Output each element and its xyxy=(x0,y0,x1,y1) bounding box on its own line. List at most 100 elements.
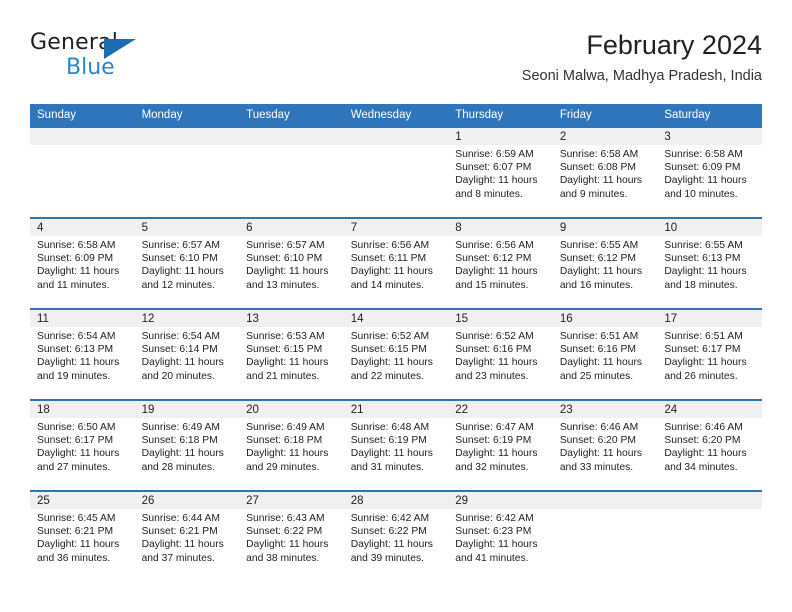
sunrise-time: Sunrise: 6:51 AM xyxy=(664,331,743,342)
day-cell-inner[interactable]: 15 Sunrise: 6:52 AM Sunset: 6:16 PM Dayligh… xyxy=(448,310,553,399)
day-cell-inner[interactable]: 20 Sunrise: 6:49 AM Sunset: 6:18 PM Dayligh… xyxy=(239,401,344,490)
calendar-day-cell: 5 Sunrise: 6:57 AM Sunset: 6:10 PM Daylight… xyxy=(134,217,240,309)
calendar-day-cell: 24 Sunrise: 6:46 AM Sunset: 6:20 PM Dayligh… xyxy=(657,399,762,491)
day-cell-inner[interactable]: 26 Sunrise: 6:44 AM Sunset: 6:21 PM Dayligh… xyxy=(134,492,240,581)
sunset-time: Sunset: 6:20 PM xyxy=(559,435,636,447)
daylight-duration-line2: and 16 minutes. xyxy=(559,279,634,291)
day-number: 20 xyxy=(239,401,344,418)
day-cell-inner[interactable]: 11 Sunrise: 6:54 AM Sunset: 6:13 PM Dayligh… xyxy=(30,310,135,399)
day-cell-inner xyxy=(343,128,449,217)
day-details: Sunrise: 6:45 AM Sunset: 6:21 PM Daylight:… xyxy=(30,509,135,565)
day-cell-inner[interactable]: 13 Sunrise: 6:53 AM Sunset: 6:15 PM Dayligh… xyxy=(239,310,344,399)
day-cell-inner[interactable]: 9 Sunrise: 6:55 AM Sunset: 6:12 PM Daylight… xyxy=(552,219,658,308)
day-details: Sunrise: 6:55 AM Sunset: 6:12 PM Daylight:… xyxy=(553,236,658,292)
daylight-duration-line2: and 32 minutes. xyxy=(455,461,529,473)
general-blue-logo[interactable]: General Blue xyxy=(30,30,150,86)
day-details: Sunrise: 6:47 AM Sunset: 6:19 PM Daylight:… xyxy=(448,418,553,474)
day-cell-inner[interactable]: 23 Sunrise: 6:46 AM Sunset: 6:20 PM Dayligh… xyxy=(552,401,658,490)
day-cell-inner[interactable]: 2 Sunrise: 6:58 AM Sunset: 6:08 PM Daylight… xyxy=(552,128,658,217)
day-details: Sunrise: 6:42 AM Sunset: 6:22 PM Daylight:… xyxy=(344,509,449,565)
day-cell-inner[interactable]: 10 Sunrise: 6:55 AM Sunset: 6:13 PM Dayligh… xyxy=(657,219,762,308)
sunrise-time: Sunrise: 6:59 AM xyxy=(455,149,534,160)
calendar-day-cell: 28 Sunrise: 6:42 AM Sunset: 6:22 PM Dayligh… xyxy=(343,490,449,581)
day-cell-inner[interactable]: 12 Sunrise: 6:54 AM Sunset: 6:14 PM Dayligh… xyxy=(134,310,240,399)
day-cell-inner[interactable]: 19 Sunrise: 6:49 AM Sunset: 6:18 PM Dayligh… xyxy=(134,401,240,490)
daylight-duration-line2: and 28 minutes. xyxy=(141,461,215,473)
day-number: 22 xyxy=(448,401,553,418)
calendar-day-cell: 10 Sunrise: 6:55 AM Sunset: 6:13 PM Dayligh… xyxy=(657,217,762,309)
weekday-header-friday: Friday xyxy=(552,104,658,127)
sunset-time: Sunset: 6:21 PM xyxy=(37,526,114,538)
daylight-duration-line1: Daylight: 11 hours xyxy=(37,266,120,278)
calendar-day-cell: 27 Sunrise: 6:43 AM Sunset: 6:22 PM Dayligh… xyxy=(239,490,344,581)
sunset-time: Sunset: 6:19 PM xyxy=(350,435,427,447)
day-cell-inner[interactable]: 7 Sunrise: 6:56 AM Sunset: 6:11 PM Daylight… xyxy=(343,219,449,308)
day-cell-inner[interactable]: 17 Sunrise: 6:51 AM Sunset: 6:17 PM Dayligh… xyxy=(657,310,762,399)
sunset-time: Sunset: 6:13 PM xyxy=(37,344,114,356)
sunset-time: Sunset: 6:12 PM xyxy=(559,253,636,265)
day-number: 10 xyxy=(657,219,762,236)
daylight-duration-line2: and 26 minutes. xyxy=(664,370,738,382)
day-number xyxy=(552,492,658,509)
sunset-time: Sunset: 6:10 PM xyxy=(246,253,323,265)
calendar-day-cell: 2 Sunrise: 6:58 AM Sunset: 6:08 PM Daylight… xyxy=(552,126,658,218)
day-number: 27 xyxy=(239,492,344,509)
sunrise-time: Sunrise: 6:55 AM xyxy=(664,240,743,251)
sunrise-time: Sunrise: 6:44 AM xyxy=(141,513,220,524)
daylight-duration-line2: and 39 minutes. xyxy=(350,552,424,564)
daylight-duration-line1: Daylight: 11 hours xyxy=(664,175,747,187)
sunrise-time: Sunrise: 6:52 AM xyxy=(350,331,430,342)
sunset-time: Sunset: 6:14 PM xyxy=(141,344,218,356)
day-cell-inner[interactable]: 14 Sunrise: 6:52 AM Sunset: 6:15 PM Dayligh… xyxy=(343,310,449,399)
calendar-day-cell: 4 Sunrise: 6:58 AM Sunset: 6:09 PM Daylight… xyxy=(30,217,135,309)
sunrise-time: Sunrise: 6:56 AM xyxy=(455,240,534,251)
sunset-time: Sunset: 6:15 PM xyxy=(246,344,323,356)
sunrise-time: Sunrise: 6:42 AM xyxy=(350,513,430,524)
sunrise-time: Sunrise: 6:54 AM xyxy=(37,331,116,342)
day-cell-inner[interactable]: 6 Sunrise: 6:57 AM Sunset: 6:10 PM Daylight… xyxy=(239,219,344,308)
day-number: 6 xyxy=(239,219,344,236)
calendar-week-row: 4 Sunrise: 6:58 AM Sunset: 6:09 PM Daylight… xyxy=(30,217,762,309)
daylight-duration-line2: and 13 minutes. xyxy=(246,279,320,291)
day-cell-inner[interactable]: 8 Sunrise: 6:56 AM Sunset: 6:12 PM Daylight… xyxy=(448,219,553,308)
calendar-cell-empty xyxy=(239,126,344,218)
day-details: Sunrise: 6:58 AM Sunset: 6:08 PM Daylight:… xyxy=(553,145,658,201)
day-number: 28 xyxy=(343,492,449,509)
day-cell-inner[interactable]: 25 Sunrise: 6:45 AM Sunset: 6:21 PM Dayligh… xyxy=(30,492,135,581)
day-details: Sunrise: 6:49 AM Sunset: 6:18 PM Daylight:… xyxy=(135,418,240,474)
daylight-duration-line2: and 23 minutes. xyxy=(455,370,529,382)
day-cell-inner[interactable]: 27 Sunrise: 6:43 AM Sunset: 6:22 PM Dayligh… xyxy=(239,492,344,581)
day-details: Sunrise: 6:50 AM Sunset: 6:17 PM Daylight:… xyxy=(30,418,135,474)
calendar-day-cell: 25 Sunrise: 6:45 AM Sunset: 6:21 PM Dayligh… xyxy=(30,490,135,581)
day-number: 12 xyxy=(134,310,240,327)
day-cell-inner[interactable]: 22 Sunrise: 6:47 AM Sunset: 6:19 PM Dayligh… xyxy=(448,401,553,490)
sunrise-time: Sunrise: 6:57 AM xyxy=(246,240,325,251)
daylight-duration-line1: Daylight: 11 hours xyxy=(141,448,224,460)
calendar-cell-empty xyxy=(552,490,658,581)
sunset-time: Sunset: 6:07 PM xyxy=(455,162,532,174)
day-cell-inner xyxy=(30,128,135,217)
calendar-day-cell: 21 Sunrise: 6:48 AM Sunset: 6:19 PM Dayligh… xyxy=(343,399,449,491)
daylight-duration-line1: Daylight: 11 hours xyxy=(350,539,433,551)
day-details: Sunrise: 6:44 AM Sunset: 6:21 PM Daylight:… xyxy=(135,509,240,565)
day-details: Sunrise: 6:42 AM Sunset: 6:23 PM Daylight:… xyxy=(448,509,553,565)
day-cell-inner[interactable]: 18 Sunrise: 6:50 AM Sunset: 6:17 PM Dayligh… xyxy=(30,401,135,490)
sunset-time: Sunset: 6:16 PM xyxy=(559,344,636,356)
day-cell-inner[interactable]: 24 Sunrise: 6:46 AM Sunset: 6:20 PM Dayligh… xyxy=(657,401,762,490)
day-details: Sunrise: 6:58 AM Sunset: 6:09 PM Daylight:… xyxy=(657,145,762,201)
day-cell-inner[interactable]: 16 Sunrise: 6:51 AM Sunset: 6:16 PM Dayligh… xyxy=(552,310,658,399)
day-number: 5 xyxy=(134,219,240,236)
day-details: Sunrise: 6:53 AM Sunset: 6:15 PM Daylight:… xyxy=(239,327,344,383)
day-cell-inner[interactable]: 5 Sunrise: 6:57 AM Sunset: 6:10 PM Daylight… xyxy=(134,219,240,308)
daylight-duration-line1: Daylight: 11 hours xyxy=(664,266,747,278)
day-cell-inner[interactable]: 3 Sunrise: 6:58 AM Sunset: 6:09 PM Daylight… xyxy=(657,128,762,217)
day-number: 29 xyxy=(448,492,553,509)
day-cell-inner[interactable]: 21 Sunrise: 6:48 AM Sunset: 6:19 PM Dayligh… xyxy=(343,401,449,490)
day-cell-inner[interactable]: 29 Sunrise: 6:42 AM Sunset: 6:23 PM Dayligh… xyxy=(448,492,553,581)
day-cell-inner[interactable]: 28 Sunrise: 6:42 AM Sunset: 6:22 PM Dayligh… xyxy=(343,492,449,581)
daylight-duration-line2: and 22 minutes. xyxy=(350,370,424,382)
day-cell-inner[interactable]: 4 Sunrise: 6:58 AM Sunset: 6:09 PM Daylight… xyxy=(30,219,135,308)
day-number: 9 xyxy=(552,219,658,236)
sunset-time: Sunset: 6:08 PM xyxy=(559,162,636,174)
day-cell-inner[interactable]: 1 Sunrise: 6:59 AM Sunset: 6:07 PM Daylight… xyxy=(448,128,553,217)
